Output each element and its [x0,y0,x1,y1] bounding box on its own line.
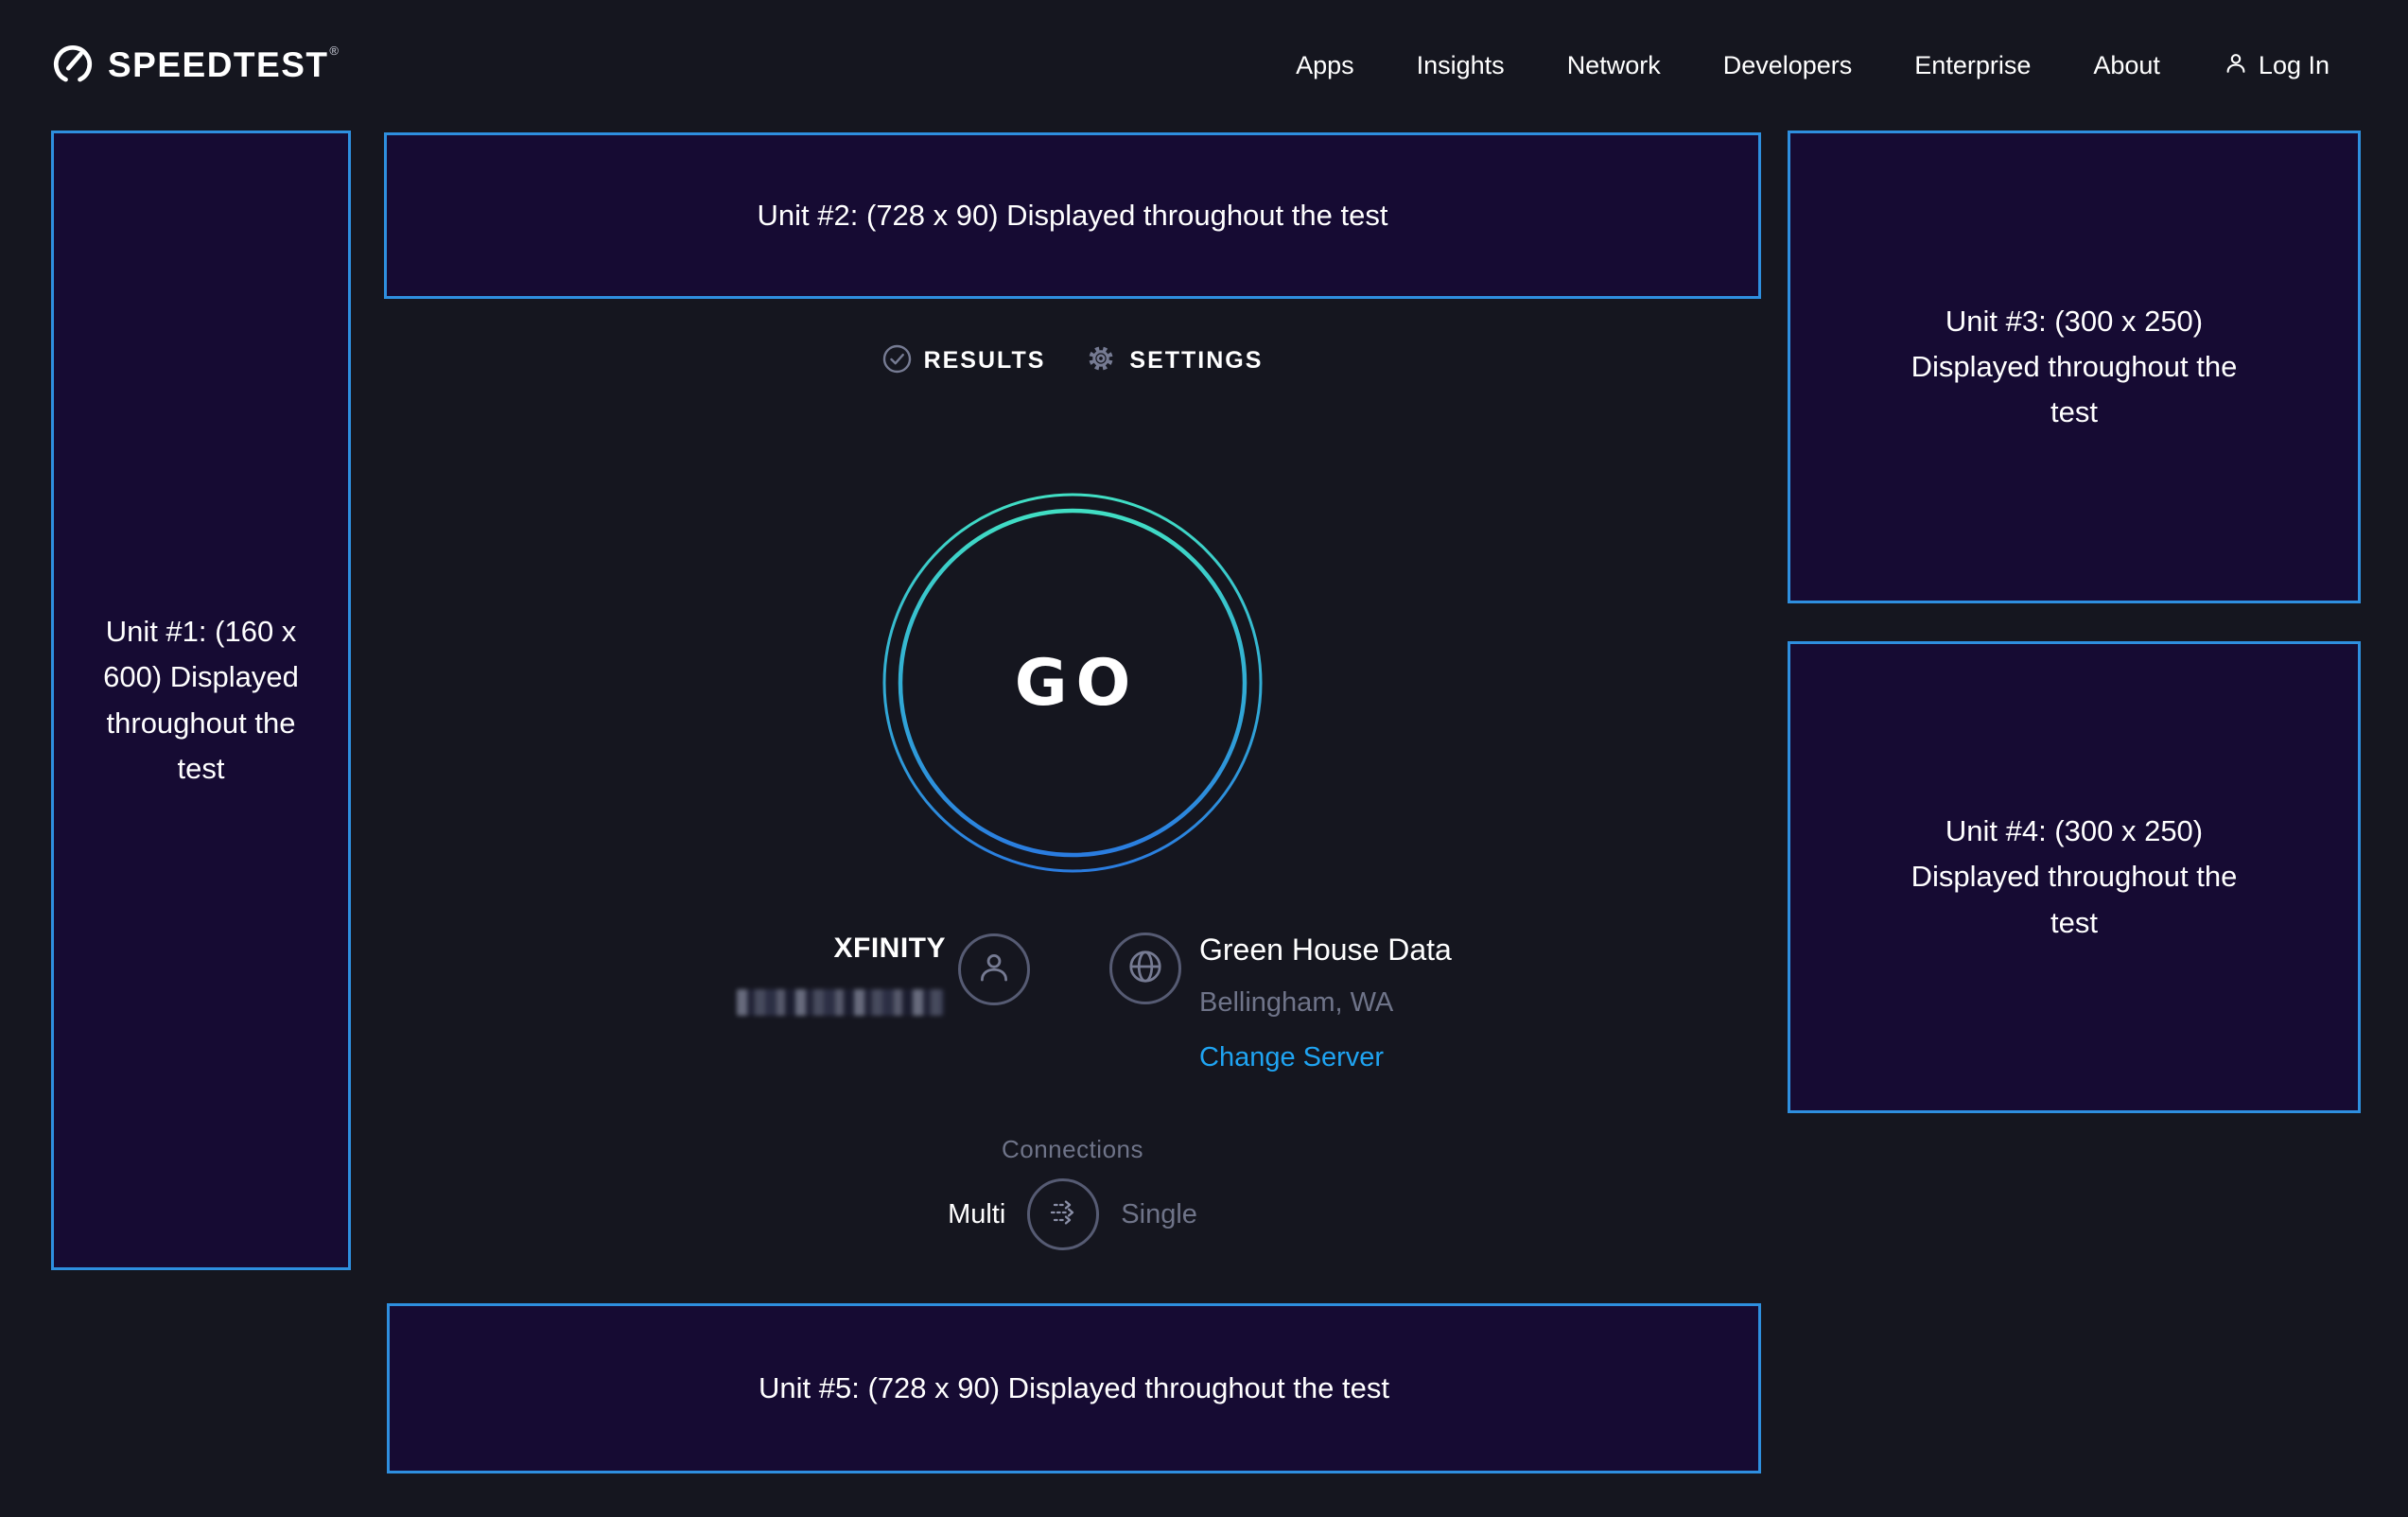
go-button-label: GO [874,484,1271,881]
nav-item-insights[interactable]: Insights [1417,51,1505,80]
connections-label: Connections [874,1135,1271,1164]
connections-toggle-row: Multi Single [779,1178,1366,1250]
nav-item-enterprise[interactable]: Enterprise [1914,51,2031,80]
connections-option-multi[interactable]: Multi [948,1199,1005,1230]
ad-unit-1[interactable]: Unit #1: (160 x 600) Displayed throughou… [51,131,351,1270]
person-icon [974,948,1014,992]
ad-unit-5-text: Unit #5: (728 x 90) Displayed throughout… [759,1366,1389,1411]
gauge-icon [51,40,95,92]
ad-unit-2-text: Unit #2: (728 x 90) Displayed throughout… [758,193,1388,238]
tab-results-label: RESULTS [924,347,1046,375]
tab-results[interactable]: RESULTS [882,344,1046,378]
results-settings-tabs: RESULTS SETTINGS [846,342,1300,379]
logo-wordmark: SPEEDTEST® [108,45,340,85]
server-info: Green House Data Bellingham, WA Change S… [1199,933,1452,1073]
nav-item-about[interactable]: About [2093,51,2160,80]
connections-option-single[interactable]: Single [1121,1199,1197,1230]
ad-unit-3[interactable]: Unit #3: (300 x 250) Displayed throughou… [1788,131,2361,603]
nav-item-developers[interactable]: Developers [1723,51,1853,80]
top-nav-bar: SPEEDTEST® Apps Insights Network Develop… [0,0,2408,131]
globe-icon [1125,946,1166,992]
redacted-ip-address [737,989,944,1016]
nav-item-apps[interactable]: Apps [1296,51,1354,80]
server-icon-circle [1109,933,1181,1004]
isp-name: XFINITY [653,933,946,965]
trademark-symbol: ® [329,44,340,58]
login-button[interactable]: Log In [2223,50,2329,81]
ad-unit-1-text: Unit #1: (160 x 600) Displayed throughou… [99,609,303,791]
speedtest-logo[interactable]: SPEEDTEST® [51,40,340,92]
nav-menu: Apps Insights Network Developers Enterpr… [1296,50,2329,81]
go-button[interactable]: GO [874,484,1271,881]
check-circle-icon [882,344,912,378]
server-name: Green House Data [1199,933,1452,968]
nav-item-network[interactable]: Network [1567,51,1661,80]
isp-icon-circle [958,933,1030,1005]
ad-unit-5[interactable]: Unit #5: (728 x 90) Displayed throughout… [387,1303,1761,1473]
gear-icon [1085,342,1117,379]
ad-unit-4[interactable]: Unit #4: (300 x 250) Displayed throughou… [1788,641,2361,1113]
connections-toggle-button[interactable] [1027,1178,1099,1250]
tab-settings-label: SETTINGS [1129,347,1263,375]
ad-unit-4-text: Unit #4: (300 x 250) Displayed throughou… [1911,809,2238,945]
server-location: Bellingham, WA [1199,987,1452,1019]
user-icon [2223,50,2249,81]
ad-unit-2[interactable]: Unit #2: (728 x 90) Displayed throughout… [384,132,1761,299]
tab-settings[interactable]: SETTINGS [1085,342,1263,379]
multi-arrows-icon [1043,1193,1083,1237]
login-label: Log In [2259,51,2329,80]
change-server-link[interactable]: Change Server [1199,1042,1384,1073]
ad-unit-3-text: Unit #3: (300 x 250) Displayed throughou… [1911,299,2238,435]
